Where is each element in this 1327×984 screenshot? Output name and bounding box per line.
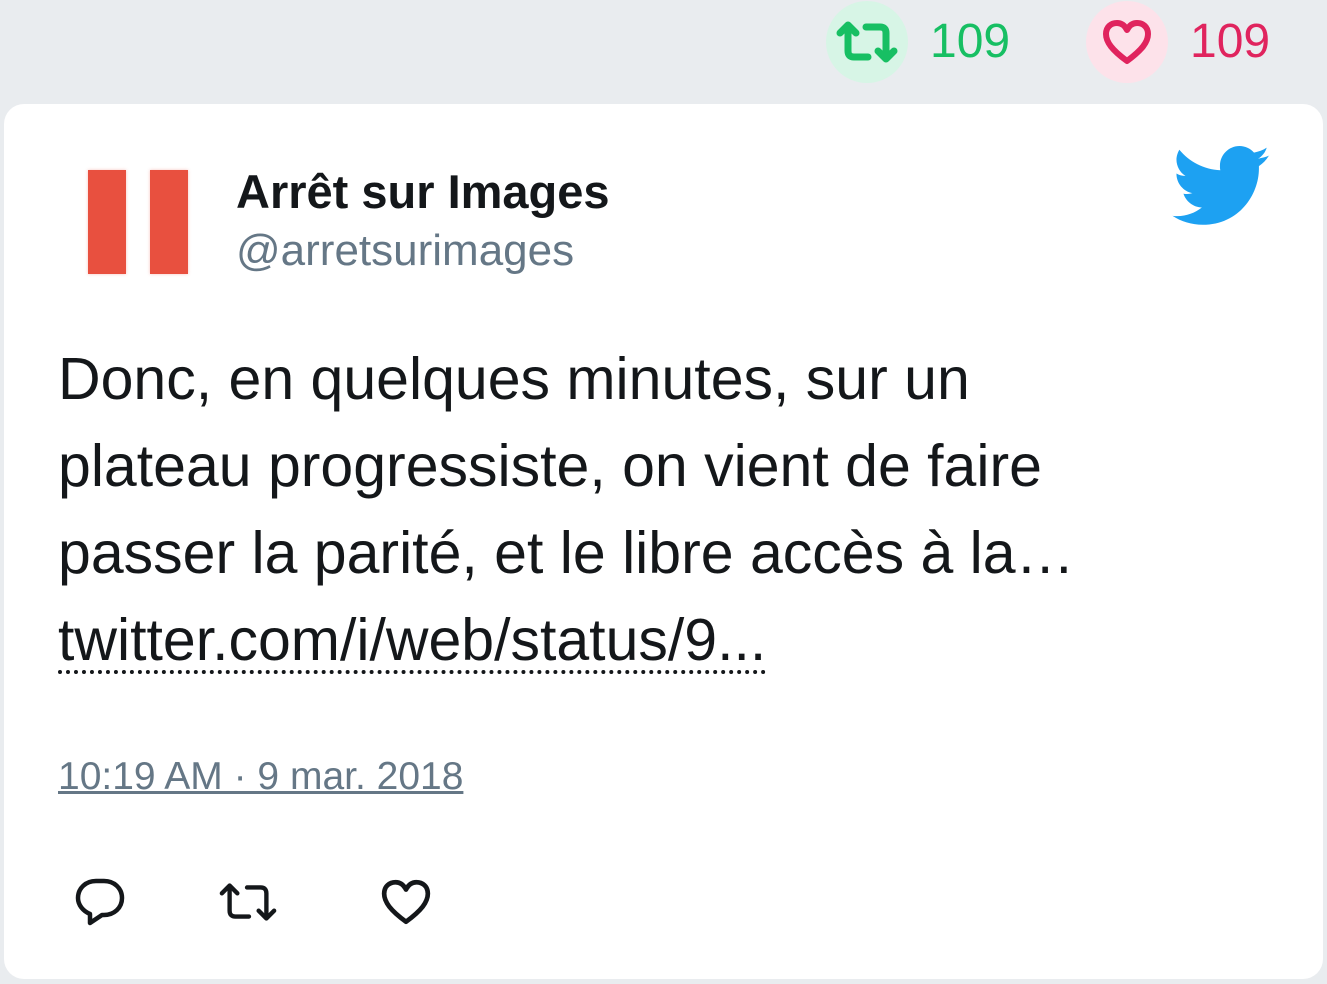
twitter-bird-icon[interactable] <box>1172 146 1272 226</box>
heart-icon[interactable] <box>376 872 436 932</box>
retweet-icon[interactable] <box>826 1 908 83</box>
tweet-text: Donc, en quelques minutes, sur un platea… <box>58 336 1278 684</box>
tweet-link[interactable]: twitter.com/i/web/status/9... <box>58 611 767 674</box>
reply-icon[interactable] <box>70 872 130 932</box>
retweet-stat[interactable]: 109 <box>826 0 1010 84</box>
tweet-actions <box>4 872 1323 936</box>
avatar[interactable] <box>80 162 202 284</box>
tweet-card[interactable]: Arrêt sur Images @arretsurimages Donc, e… <box>4 104 1323 979</box>
like-count: 109 <box>1190 15 1271 68</box>
engagement-stats: 109 109 <box>0 0 1327 100</box>
author-handle[interactable]: @arretsurimages <box>236 226 574 276</box>
retweet-icon[interactable] <box>218 872 278 932</box>
tweet-text-line: passer la parité, et le libre accès à la… <box>58 520 1075 586</box>
avatar-bar-left <box>88 170 126 274</box>
retweet-count: 109 <box>930 15 1011 68</box>
author-name[interactable]: Arrêt sur Images <box>236 164 610 219</box>
tweet-link-line: twitter.com/i/web/status/9... <box>58 597 1278 684</box>
tweet-text-line: plateau progressiste, on vient de faire <box>58 433 1042 499</box>
like-stat[interactable]: 109 <box>1086 0 1270 84</box>
heart-icon[interactable] <box>1086 1 1168 83</box>
avatar-bar-right <box>150 170 188 274</box>
tweet-timestamp[interactable]: 10:19 AM · 9 mar. 2018 <box>58 755 463 799</box>
tweet-text-line: Donc, en quelques minutes, sur un <box>58 346 970 412</box>
